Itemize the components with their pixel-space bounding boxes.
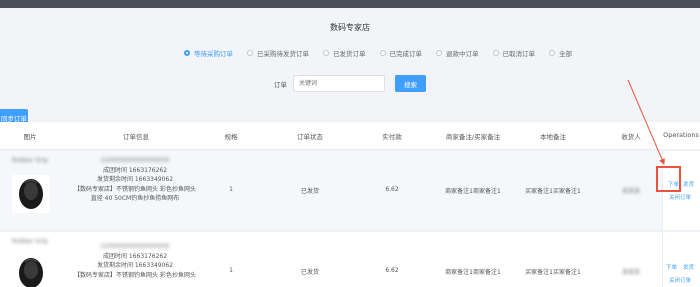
header-operations: Operations xyxy=(663,131,699,139)
annotation-highlight-box xyxy=(656,166,681,192)
product-image-graphic xyxy=(19,179,43,209)
header-spec: 规格 xyxy=(224,133,238,141)
search-input[interactable] xyxy=(293,75,385,92)
paid-value: 6.62 xyxy=(385,267,399,274)
header-local-note: 本地备注 xyxy=(540,133,566,141)
filter-cancelled[interactable]: 已取消订单 xyxy=(492,48,535,58)
table-row: Rubber Grip 220000000000000000 成团时间 1663… xyxy=(0,232,700,287)
radio-icon xyxy=(323,50,329,56)
ship-link[interactable]: 发货 xyxy=(683,180,694,188)
search-row: 订单 搜索 xyxy=(274,75,426,92)
spec-value: 1 xyxy=(229,186,233,193)
radio-icon xyxy=(549,50,555,56)
page-header: 数码专家店 等待采购订单 已采购待发货订单 已发货订单 已完成订单 退款中订单 … xyxy=(0,8,700,126)
header-receiver: 收货人 xyxy=(621,133,641,141)
product-image-graphic xyxy=(19,258,43,287)
top-bar xyxy=(0,0,700,8)
product-image xyxy=(12,254,50,287)
paid-value: 6.62 xyxy=(385,186,399,193)
search-button[interactable]: 搜索 xyxy=(395,75,426,92)
product-name: Rubber Grip xyxy=(12,238,48,245)
header-status: 订单状态 xyxy=(297,133,323,141)
order-info: 220000000000000000 成团时间 1663176262 发货剩余时… xyxy=(70,156,200,204)
close-order-link[interactable]: 关闭订单 xyxy=(669,276,691,284)
search-label: 订单 xyxy=(274,80,287,89)
status-value: 已发货 xyxy=(300,188,320,195)
header-order-info: 订单信息 xyxy=(123,133,149,141)
receiver-value: 某某某 xyxy=(621,269,641,276)
local-note-value: 买家备注1买家备注1 xyxy=(525,188,581,195)
spec-value: 1 xyxy=(229,267,233,274)
store-title: 数码专家店 xyxy=(330,23,370,32)
product-name: Rubber Grip xyxy=(12,157,48,164)
filter-waiting-purchase[interactable]: 等待采购订单 xyxy=(184,48,233,58)
order-info: 220000000000000000 成团时间 1663176262 发货剩余时… xyxy=(70,242,200,280)
radio-icon xyxy=(247,50,253,56)
close-order-link[interactable]: 关闭订单 xyxy=(669,193,691,201)
radio-icon xyxy=(379,50,386,56)
order-id: 220000000000000000 xyxy=(100,243,170,250)
ship-link[interactable]: 发货 xyxy=(683,263,694,271)
merchant-note-value: 商家备注1商家备注1 xyxy=(445,269,501,276)
order-id: 220000000000000000 xyxy=(100,157,170,164)
header-merchant-note: 商家备注/买家备注 xyxy=(445,133,501,141)
header-paid: 实付款 xyxy=(382,133,402,141)
place-order-link[interactable]: 下单 xyxy=(666,263,677,271)
product-image xyxy=(12,175,50,213)
table-header: 图片 订单信息 规格 订单状态 实付款 商家备注/买家备注 本地备注 收货人 O… xyxy=(0,122,700,150)
radio-icon xyxy=(184,50,190,56)
radio-icon xyxy=(492,50,499,56)
table-row: Rubber Grip 220000000000000000 成团时间 1663… xyxy=(0,151,700,231)
order-status-filters: 等待采购订单 已采购待发货订单 已发货订单 已完成订单 退款中订单 已取消订单 … xyxy=(184,48,572,58)
filter-completed[interactable]: 已完成订单 xyxy=(379,48,422,58)
local-note-value: 买家备注1买家备注1 xyxy=(525,269,581,276)
filter-shipped[interactable]: 已发货订单 xyxy=(323,48,366,58)
filter-refunding[interactable]: 退款中订单 xyxy=(436,48,479,58)
status-value: 已发货 xyxy=(300,269,320,276)
merchant-note-value: 商家备注1商家备注1 xyxy=(445,188,501,195)
filter-purchased-pending-ship[interactable]: 已采购待发货订单 xyxy=(247,48,309,58)
receiver-value: 某某某 xyxy=(621,188,641,195)
operations-cell: 下单 发货 关闭订单 xyxy=(662,232,700,287)
filter-all[interactable]: 全部 xyxy=(549,48,572,58)
header-image: 图片 xyxy=(23,133,37,141)
radio-icon xyxy=(436,50,442,56)
